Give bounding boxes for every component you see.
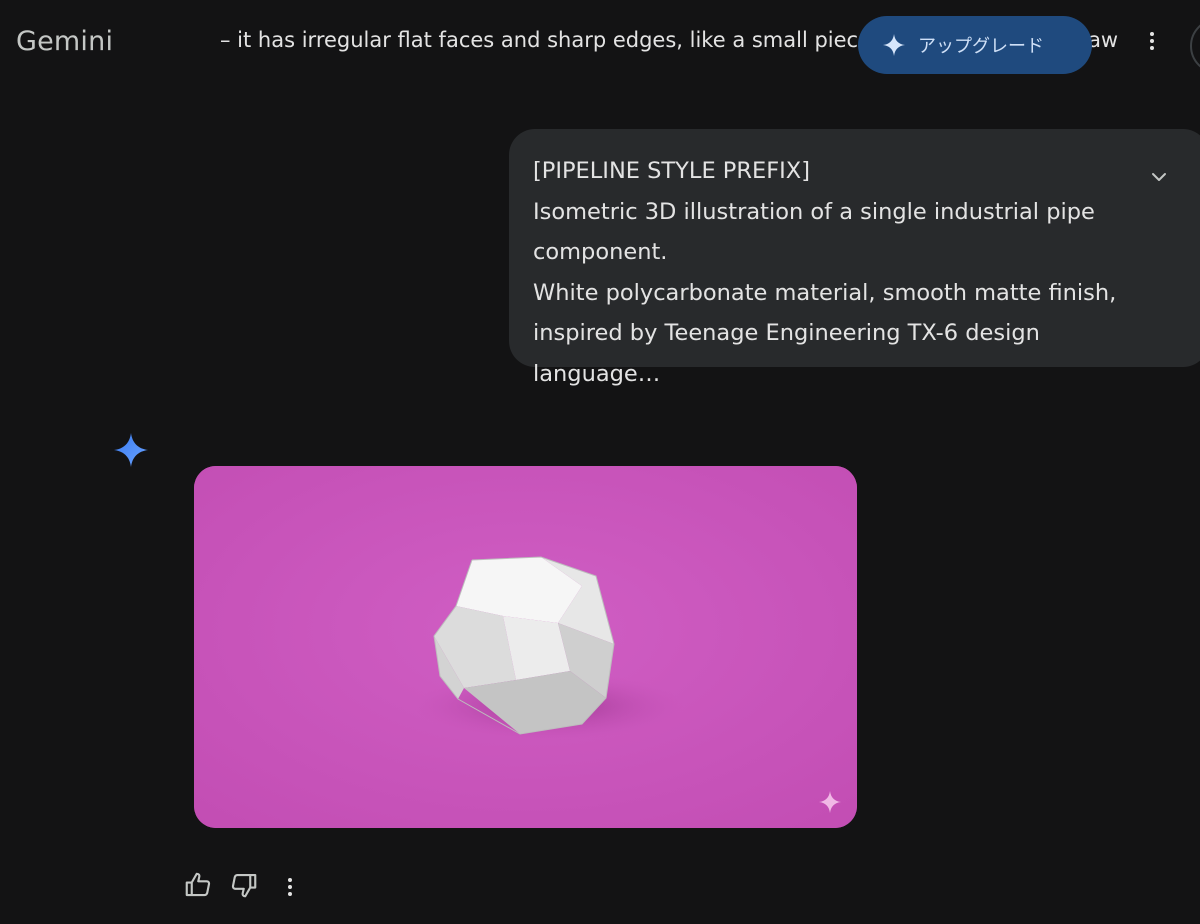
prompt-line: component. xyxy=(533,239,668,266)
prompt-line: inspired by Teenage Engineering TX-6 des… xyxy=(533,320,1040,387)
prompt-line: [PIPELINE STYLE PREFIX] xyxy=(533,158,810,184)
app-brand[interactable]: Gemini xyxy=(16,26,113,57)
chevron-down-icon[interactable] xyxy=(1148,166,1170,188)
stone-render xyxy=(194,466,857,828)
user-prompt-bubble: [PIPELINE STYLE PREFIX] Isometric 3D ill… xyxy=(509,129,1200,387)
upgrade-label: アップグレード xyxy=(918,36,1044,57)
upgrade-button[interactable]: アップグレード xyxy=(858,16,1092,74)
thumbs-down-icon xyxy=(231,873,257,898)
prompt-line: White polycarbonate material, smooth mat… xyxy=(533,279,1117,306)
more-vert-icon[interactable] xyxy=(1140,32,1164,56)
thumbs-up-icon xyxy=(185,872,211,897)
sparkle-watermark-icon xyxy=(819,791,841,813)
thumbs-up-button[interactable] xyxy=(183,870,213,900)
prompt-line: Isometric 3D illustration of a single in… xyxy=(533,198,1095,225)
generated-image[interactable] xyxy=(194,466,857,828)
more-vert-icon[interactable] xyxy=(275,870,305,900)
account-avatar[interactable] xyxy=(1190,18,1200,74)
gemini-sparkle-icon xyxy=(114,433,148,467)
sparkle-icon xyxy=(883,34,905,56)
thumbs-down-button[interactable] xyxy=(229,870,259,900)
